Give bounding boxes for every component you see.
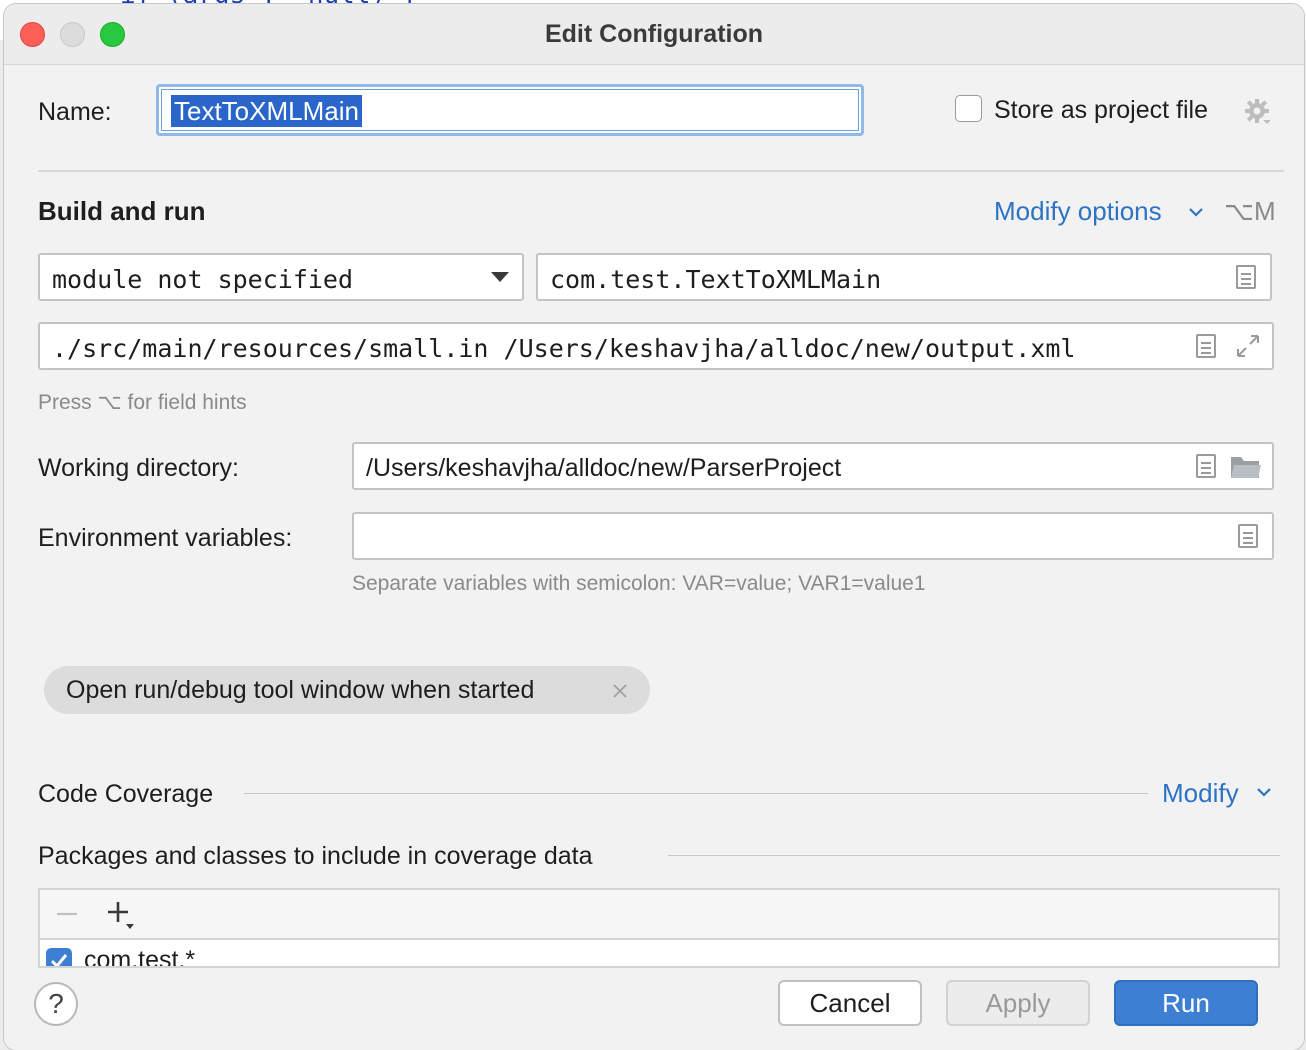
checkmark-icon: [50, 954, 68, 966]
environment-variables-hint: Separate variables with semicolon: VAR=v…: [352, 572, 926, 595]
working-directory-field[interactable]: /Users/keshavjha/alldoc/new/ParserProjec…: [352, 442, 1274, 490]
gear-icon[interactable]: [1244, 98, 1272, 126]
store-as-project-file-checkbox[interactable]: [955, 95, 982, 122]
modify-options-shortcut: ⌥M: [1224, 196, 1276, 226]
dialog-title: Edit Configuration: [544, 20, 764, 48]
separator: [668, 855, 1280, 856]
option-chip-label: Open run/debug tool window when started: [66, 676, 535, 704]
option-chip[interactable]: Open run/debug tool window when started: [44, 666, 650, 714]
add-icon[interactable]: [106, 900, 136, 930]
folder-icon[interactable]: [1230, 454, 1262, 480]
remove-option-icon[interactable]: [612, 683, 628, 699]
module-select-value: module not specified: [52, 265, 354, 294]
chevron-down-icon: [1189, 208, 1203, 217]
edit-configuration-dialog: Edit Configuration Name: TextToXMLMain S…: [4, 4, 1304, 1050]
row-pattern: com.test.*: [84, 946, 196, 968]
working-directory-label: Working directory:: [38, 454, 239, 482]
browse-class-icon[interactable]: [1236, 265, 1256, 289]
insert-macro-icon[interactable]: [1196, 454, 1216, 478]
table-toolbar: [40, 890, 1278, 940]
separator: [244, 793, 1148, 794]
title-bar: Edit Configuration: [4, 4, 1304, 65]
program-arguments-field[interactable]: ./src/main/resources/small.in /Users/kes…: [38, 322, 1274, 370]
name-input[interactable]: TextToXMLMain: [156, 84, 864, 136]
expand-icon[interactable]: [1234, 332, 1262, 360]
coverage-packages-title: Packages and classes to include in cover…: [38, 842, 593, 870]
name-label: Name:: [38, 98, 112, 126]
environment-variables-label: Environment variables:: [38, 524, 293, 552]
row-checkbox[interactable]: [46, 948, 72, 966]
module-select[interactable]: module not specified: [38, 253, 524, 301]
remove-icon[interactable]: [56, 904, 78, 924]
working-directory-value: /Users/keshavjha/alldoc/new/ParserProjec…: [366, 454, 842, 482]
apply-button[interactable]: Apply: [946, 980, 1090, 1026]
main-class-value: com.test.TextToXMLMain: [550, 265, 882, 294]
table-row[interactable]: com.test.*: [40, 940, 1278, 968]
coverage-packages-table: com.test.*: [38, 888, 1280, 968]
main-class-field[interactable]: com.test.TextToXMLMain: [536, 253, 1272, 301]
chevron-down-icon: [1257, 788, 1271, 797]
help-button[interactable]: ?: [34, 982, 78, 1026]
code-coverage-title: Code Coverage: [38, 780, 214, 808]
program-arguments-value: ./src/main/resources/small.in /Users/kes…: [52, 334, 1076, 363]
edit-environment-icon[interactable]: [1238, 524, 1258, 548]
run-button[interactable]: Run: [1114, 980, 1258, 1026]
dropdown-arrow-icon: [491, 272, 509, 282]
name-input-selected-text: TextToXMLMain: [171, 95, 362, 127]
coverage-modify-link[interactable]: Modify: [1162, 778, 1239, 809]
store-as-project-file-label[interactable]: Store as project file: [994, 96, 1208, 125]
build-and-run-title: Build and run: [38, 196, 206, 226]
environment-variables-field[interactable]: [352, 512, 1274, 560]
separator: [38, 170, 1284, 172]
cancel-button[interactable]: Cancel: [778, 980, 922, 1026]
insert-macro-icon[interactable]: [1196, 334, 1216, 358]
modify-options-link[interactable]: Modify options: [994, 196, 1162, 227]
field-hints-text: Press ⌥ for field hints: [38, 391, 247, 414]
